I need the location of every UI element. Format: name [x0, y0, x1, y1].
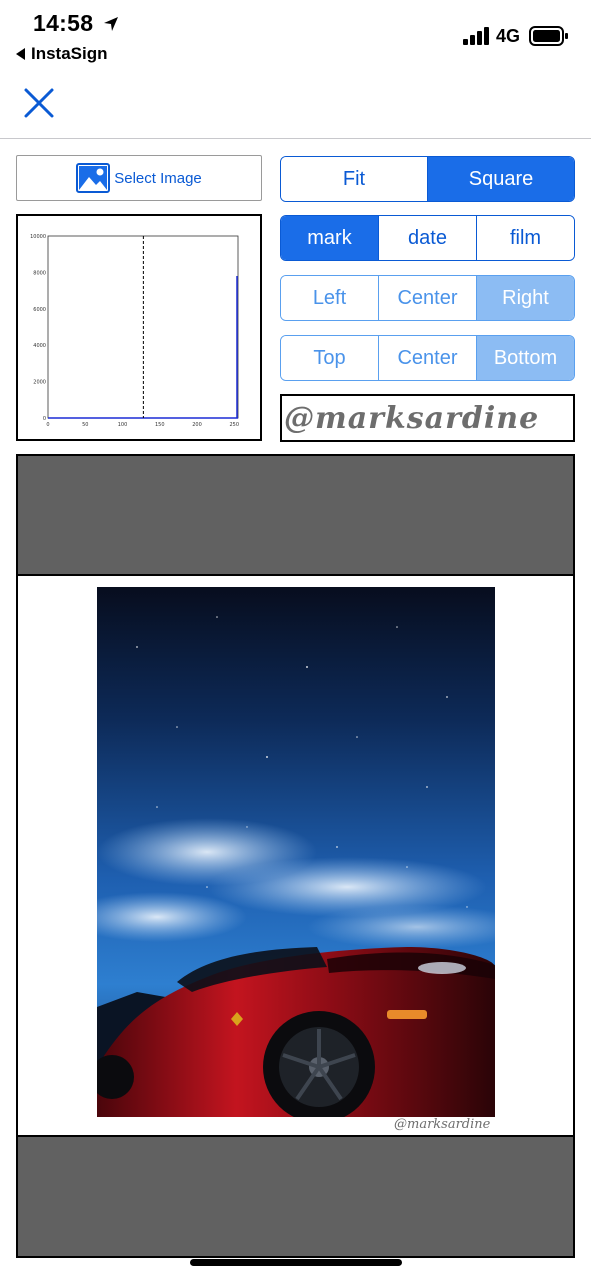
mode-option-square[interactable]: Square — [427, 157, 574, 201]
canvas-padding-bottom — [18, 1135, 573, 1256]
location-arrow-icon — [104, 17, 118, 31]
halign-option-center[interactable]: Center — [378, 276, 476, 320]
network-type: 4G — [496, 26, 521, 46]
status-time: 14:58 — [33, 10, 94, 36]
nav-divider — [0, 138, 591, 139]
kind-option-date[interactable]: date — [378, 216, 476, 260]
preview-watermark-text: @marksardine — [394, 1117, 491, 1132]
watermark-preview-text: @marksardine — [284, 400, 540, 436]
select-image-label: Select Image — [114, 169, 202, 187]
histogram-chart: 10000 8000 6000 4000 2000 0 0 50 100 150 200 250 — [16, 214, 262, 441]
back-to-app-link[interactable]: InstaSign — [16, 44, 108, 64]
mode-segmented-control: Fit Square — [280, 156, 575, 202]
histogram-x-tick: 150 — [155, 422, 165, 428]
histogram-x-tick: 50 — [82, 422, 88, 428]
kind-option-mark[interactable]: mark — [281, 216, 378, 260]
histogram-y-tick: 4000 — [33, 343, 46, 349]
valign-option-center[interactable]: Center — [378, 336, 476, 380]
canvas-preview: @marksardine — [16, 454, 575, 1258]
histogram-x-tick: 0 — [46, 422, 49, 428]
histogram-x-tick: 250 — [230, 422, 240, 428]
histogram-x-tick: 200 — [192, 422, 202, 428]
valign-option-bottom[interactable]: Bottom — [476, 336, 574, 380]
mode-option-fit[interactable]: Fit — [281, 157, 427, 201]
status-bar: 14:58 InstaSign 4G — [0, 0, 591, 70]
vertical-align-control: Top Center Bottom — [280, 335, 575, 381]
home-indicator — [190, 1259, 402, 1266]
valign-option-top[interactable]: Top — [281, 336, 378, 380]
halign-option-right[interactable]: Right — [476, 276, 574, 320]
histogram-y-tick: 8000 — [33, 270, 46, 276]
canvas-padding-top — [18, 456, 573, 576]
histogram-y-tick: 2000 — [33, 380, 46, 386]
halign-option-left[interactable]: Left — [281, 276, 378, 320]
horizontal-align-control: Left Center Right — [280, 275, 575, 321]
kind-option-film[interactable]: film — [476, 216, 574, 260]
select-image-button[interactable]: Select Image — [16, 155, 262, 201]
battery-icon — [529, 26, 568, 46]
preview-photo — [97, 587, 495, 1117]
signal-icon — [463, 27, 489, 45]
image-icon — [76, 163, 111, 193]
close-icon[interactable] — [22, 86, 56, 120]
back-app-label: InstaSign — [31, 44, 108, 63]
histogram-y-tick: 6000 — [33, 307, 46, 313]
back-arrow-icon — [16, 48, 25, 60]
watermark-preview[interactable]: @marksardine — [280, 394, 575, 442]
kind-segmented-control: mark date film — [280, 215, 575, 261]
histogram-y-tick: 10000 — [30, 234, 46, 240]
histogram-x-tick: 100 — [118, 422, 128, 428]
